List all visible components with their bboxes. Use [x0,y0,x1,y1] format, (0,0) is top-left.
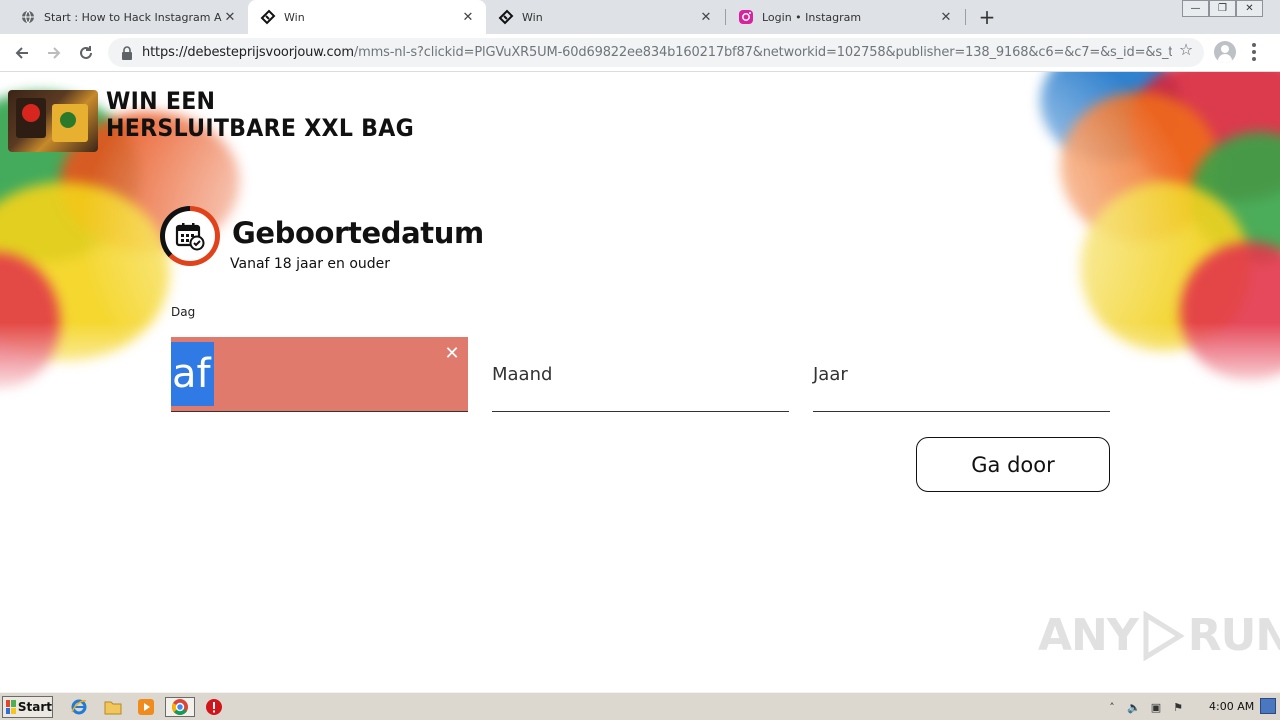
volume-icon[interactable]: 🔈 [1126,699,1142,715]
tab-label: Start : How to Hack Instagram Acco [44,10,222,24]
forward-button[interactable] [42,41,66,65]
watermark-text-right: RUN [1187,610,1280,661]
hero-line-2: HERSLUITBARE XXL BAG [106,114,415,142]
continue-button[interactable]: Ga door [916,437,1110,492]
page-subheading: Vanaf 18 jaar en ouder [230,256,391,272]
browser-menu-icon[interactable] [1252,41,1258,63]
close-tab-icon[interactable]: ✕ [222,9,238,25]
tab-how-to-hack[interactable]: Start : How to Hack Instagram Acco ✕ [8,0,248,34]
start-label: Start [17,700,52,714]
arrow-left-icon [15,47,28,59]
browser-toolbar: https://debesteprijsvoorjouw.com/mms-nl-… [0,34,1280,72]
bookmark-star-icon[interactable]: ☆ [1176,40,1196,59]
action-center-flag-icon[interactable]: ⚑ [1170,699,1186,715]
reload-icon [80,46,92,59]
start-button[interactable]: Start [2,696,53,718]
tab-label: Login • Instagram [762,10,862,24]
tab-label: Win [284,10,305,24]
hero-line-1: WIN EEN [106,87,216,115]
tab-strip: Start : How to Hack Instagram Acco ✕ Win… [0,0,1280,34]
network-icon[interactable]: ▣ [1148,699,1164,715]
tab-instagram-login[interactable]: Login • Instagram ✕ [726,0,964,34]
tab-separator [965,9,966,25]
page-content: WIN EEN HERSLUITBARE XXL BAG Geboortedat… [0,72,1280,692]
year-placeholder: Jaar [813,364,848,385]
window-controls: — ❐ ✕ [1182,0,1263,18]
product-bag-image [8,90,98,152]
lock-icon [120,45,134,60]
reload-button[interactable] [74,41,98,65]
chrome-icon[interactable] [165,697,195,717]
tab-win[interactable]: Win ✕ [486,0,724,34]
watermark-text-left: ANY [1038,610,1139,661]
windows-taskbar: Start ˄ 🔈 ▣ ⚑ 4:00 AM [0,692,1280,720]
page-heading: Geboortedatum [232,216,484,250]
ticket-icon [260,9,276,25]
stop-icon[interactable] [203,697,225,717]
new-tab-button[interactable]: + [976,6,998,28]
calendar-check-icon [160,206,220,266]
close-tab-icon[interactable]: ✕ [460,9,476,25]
clear-input-icon[interactable]: ✕ [444,345,460,363]
profile-avatar-icon[interactable] [1214,41,1236,63]
month-placeholder: Maand [492,364,553,385]
browser-chrome: Start : How to Hack Instagram Acco ✕ Win… [0,0,1280,72]
back-button[interactable] [10,41,34,65]
year-input[interactable]: Jaar [813,337,1110,412]
windows-logo-icon [6,700,16,714]
play-logo-icon [1143,610,1185,661]
day-label: Dag [171,305,196,319]
folder-icon[interactable] [102,697,124,717]
taskbar-clock[interactable]: 4:00 AM [1209,700,1254,713]
tray-expand-icon[interactable]: ˄ [1104,699,1120,715]
close-tab-icon[interactable]: ✕ [938,9,954,25]
day-input[interactable]: af ✕ [171,337,468,412]
instagram-icon [738,9,754,25]
tab-label: Win [522,10,543,24]
restore-button[interactable]: ❐ [1209,0,1236,17]
close-window-button[interactable]: ✕ [1236,0,1263,17]
minimize-button[interactable]: — [1182,0,1209,17]
month-input[interactable]: Maand [492,337,789,412]
globe-icon [20,9,36,25]
address-bar[interactable]: https://debesteprijsvoorjouw.com/mms-nl-… [108,38,1204,67]
close-tab-icon[interactable]: ✕ [698,9,714,25]
ticket-icon [498,9,514,25]
url-path: /mms-nl-s?clickid=PlGVuXR5UM-60d69822ee8… [353,45,1172,60]
anyrun-watermark: ANY RUN [1038,610,1280,661]
media-player-icon[interactable] [135,697,157,717]
show-desktop-icon[interactable] [1260,698,1276,714]
url-text: https://debesteprijsvoorjouw.com/mms-nl-… [142,45,1172,60]
ie-icon[interactable] [68,697,90,717]
day-input-value: af [171,342,214,406]
arrow-right-icon [48,47,61,59]
tab-win-active[interactable]: Win ✕ [248,0,486,34]
url-host: https://debesteprijsvoorjouw.com [142,45,354,60]
hero-title: WIN EEN HERSLUITBARE XXL BAG [106,88,414,142]
